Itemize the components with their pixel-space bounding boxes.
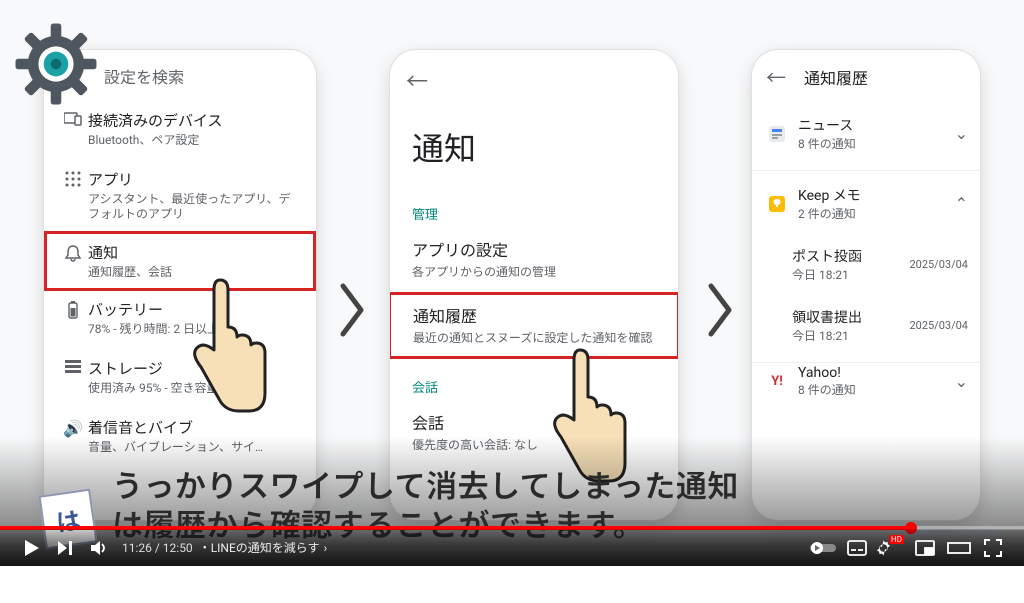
chevron-right-icon[interactable]: › [324,541,328,555]
video-content: 設定を検索 接続済みのデバイス Bluetooth、ペア設定 アプリ アシスタン… [0,0,1024,566]
history-subitem[interactable]: ポスト投函 今日 18:21 2025/03/04 [752,234,980,295]
settings-button[interactable]: HD [874,531,908,565]
item-sub: 今日 18:21 [792,327,909,344]
time-display: 11:26 / 12:50 [122,541,193,555]
back-button[interactable]: ← [766,62,786,91]
bell-icon [58,242,88,262]
fullscreen-button[interactable] [976,531,1010,565]
chevron-down-icon[interactable]: ⌄ [955,372,968,391]
section-label: 管理 [390,196,678,227]
history-item-news[interactable]: ニュース 8 件の通知 ⌄ [752,103,980,164]
chevron-right-icon [700,280,740,340]
miniplayer-button[interactable] [908,531,942,565]
settings-item-apps[interactable]: アプリ アシスタント、最近使ったアプリ、デフォルトのアプリ [44,159,316,233]
item-title: ポスト投函 [792,246,909,266]
theater-button[interactable] [942,531,976,565]
settings-item-devices[interactable]: 接続済みのデバイス Bluetooth、ペア設定 [44,100,316,159]
item-sub: 今日 18:21 [792,266,909,283]
subtitles-button[interactable] [840,531,874,565]
chevron-right-icon [332,280,372,340]
item-sub: Bluetooth、ペア設定 [88,133,302,149]
sound-icon: 🔊 [58,417,88,438]
history-item-keep[interactable]: Keep メモ 2 件の通知 ⌃ [752,173,980,234]
current-time: 11:26 [122,541,152,555]
chevron-down-icon[interactable]: ⌄ [955,124,968,143]
volume-button[interactable] [82,531,116,565]
item-sub: アシスタント、最近使ったアプリ、デフォルトのアプリ [88,192,302,223]
page-header: ← 通知履歴 [752,50,980,103]
item-title: ニュース [798,115,955,135]
history-subitem[interactable]: 領収書提出 今日 18:21 2025/03/04 [752,295,980,356]
page-title: 通知履歴 [804,65,868,89]
battery-icon [58,299,88,319]
item-title: Yahoo! [798,365,955,381]
autoplay-toggle[interactable] [806,531,840,565]
play-button[interactable] [14,531,48,565]
search-placeholder: 設定を検索 [104,64,184,88]
chapter-title[interactable]: ・LINEの通知を減らす [199,539,320,556]
item-title: 領収書提出 [792,307,909,327]
hd-badge: HD [889,535,904,544]
item-date: 2025/03/04 [909,319,968,332]
apps-icon [58,169,88,187]
item-title: アプリ [88,169,302,190]
item-title: アプリの設定 [412,237,656,261]
item-sub: 2 件の通知 [798,205,955,222]
back-button[interactable]: ← [390,50,678,98]
news-icon [764,125,790,143]
yahoo-icon: Y! [764,373,790,391]
total-time: 12:50 [163,541,193,555]
item-title: 通知履歴 [413,303,655,327]
item-title: Keep メモ [798,185,955,205]
player-controls: 11:26 / 12:50 ・LINEの通知を減らす › HD [0,529,1024,566]
storage-icon [58,358,88,374]
item-sub: 8 件の通知 [798,135,955,152]
item-notification-history[interactable]: 通知履歴 最近の通知とスヌーズに設定した通知を確認 [390,292,678,359]
keep-icon [764,195,790,213]
chevron-up-icon[interactable]: ⌃ [955,194,968,213]
item-title: 接続済みのデバイス [88,110,302,131]
item-app-settings[interactable]: アプリの設定 各アプリからの通知の管理 [390,227,678,292]
devices-icon [58,110,88,126]
history-item-yahoo[interactable]: Y! Yahoo! 8 件の通知 ⌄ [752,362,980,410]
item-title: 通知 [88,242,302,263]
page-heading: 通知 [390,98,678,196]
item-sub: 8 件の通知 [798,381,955,398]
section-label: 会話 [390,369,678,400]
next-button[interactable] [48,531,82,565]
item-sub: 各アプリからの通知の管理 [412,263,656,280]
caption-line: うっかりスワイプして消去してしまった通知 [112,467,964,507]
gear-icon [12,20,100,108]
item-date: 2025/03/04 [909,258,968,271]
